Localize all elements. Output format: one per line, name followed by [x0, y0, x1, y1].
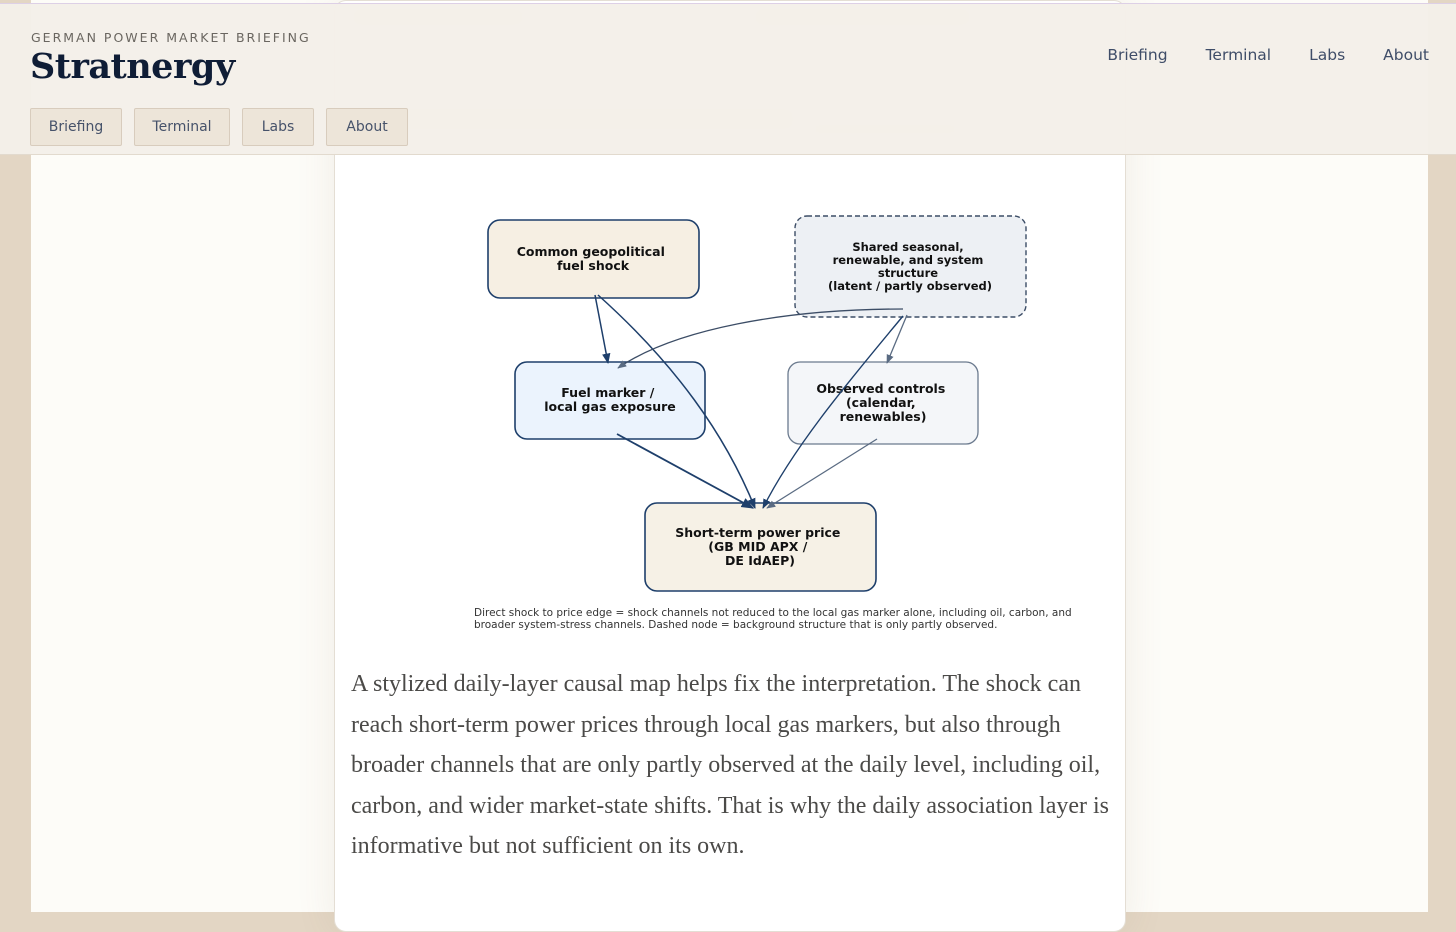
node-price-line: DE IdAEP) — [725, 553, 795, 568]
site-header: GERMAN POWER MARKET BRIEFING Stratnergy … — [0, 3, 1456, 155]
pill-about[interactable]: About — [326, 108, 408, 146]
top-nav: Briefing Terminal Labs About — [1107, 46, 1429, 64]
node-controls-line: (calendar, — [846, 395, 916, 410]
node-price-line: Short-term power price — [675, 525, 840, 540]
top-nav-terminal[interactable]: Terminal — [1206, 46, 1272, 64]
top-nav-briefing[interactable]: Briefing — [1107, 46, 1167, 64]
node-fuel-marker: Fuel marker / local gas exposure — [514, 361, 706, 440]
causal-map-diagram: Common geopolitical fuel shock Shared se… — [487, 215, 1027, 592]
top-nav-labs[interactable]: Labs — [1309, 46, 1345, 64]
node-shock-line: Common geopolitical — [517, 244, 665, 259]
node-seasonal-line: structure — [878, 266, 938, 280]
edge-shock-to-fuel — [594, 294, 611, 365]
node-power-price: Short-term power price (GB MID APX / DE … — [644, 502, 877, 592]
node-seasonal-line: renewable, and system — [833, 253, 984, 267]
article-paragraph: A stylized daily-layer causal map helps … — [351, 671, 1110, 860]
svg-text:Shared seasonal, renewab: Shared seasonal, renewable, and system s… — [828, 240, 992, 293]
node-shock-line: fuel shock — [557, 258, 630, 273]
brand-logo-text[interactable]: Stratnergy — [30, 46, 235, 87]
node-shock: Common geopolitical fuel shock — [487, 219, 700, 299]
top-nav-about[interactable]: About — [1383, 46, 1429, 64]
edge-controls-to-price — [766, 438, 878, 509]
pill-briefing[interactable]: Briefing — [30, 108, 122, 146]
svg-text:Fuel marker / local gas: Fuel marker / local gas exposure — [544, 385, 676, 414]
node-controls-line: Observed controls — [816, 381, 945, 396]
node-seasonal-line: (latent / partly observed) — [828, 279, 992, 293]
node-controls-line: renewables) — [840, 409, 927, 424]
pill-labs[interactable]: Labs — [242, 108, 314, 146]
node-fuel-line: local gas exposure — [544, 399, 676, 414]
node-price-line: (GB MID APX / — [708, 539, 807, 554]
diagram-caption: Direct shock to price edge = shock chann… — [474, 607, 1072, 631]
node-seasonal-line: Shared seasonal, — [852, 240, 963, 254]
header-kicker: GERMAN POWER MARKET BRIEFING — [31, 30, 311, 45]
node-observed-controls: Observed controls (calendar, renewables) — [787, 361, 979, 445]
pill-terminal[interactable]: Terminal — [134, 108, 230, 146]
node-fuel-line: Fuel marker / — [561, 385, 655, 400]
node-seasonal: Shared seasonal, renewable, and system s… — [794, 215, 1027, 318]
edge-fuel-to-price — [616, 433, 755, 509]
